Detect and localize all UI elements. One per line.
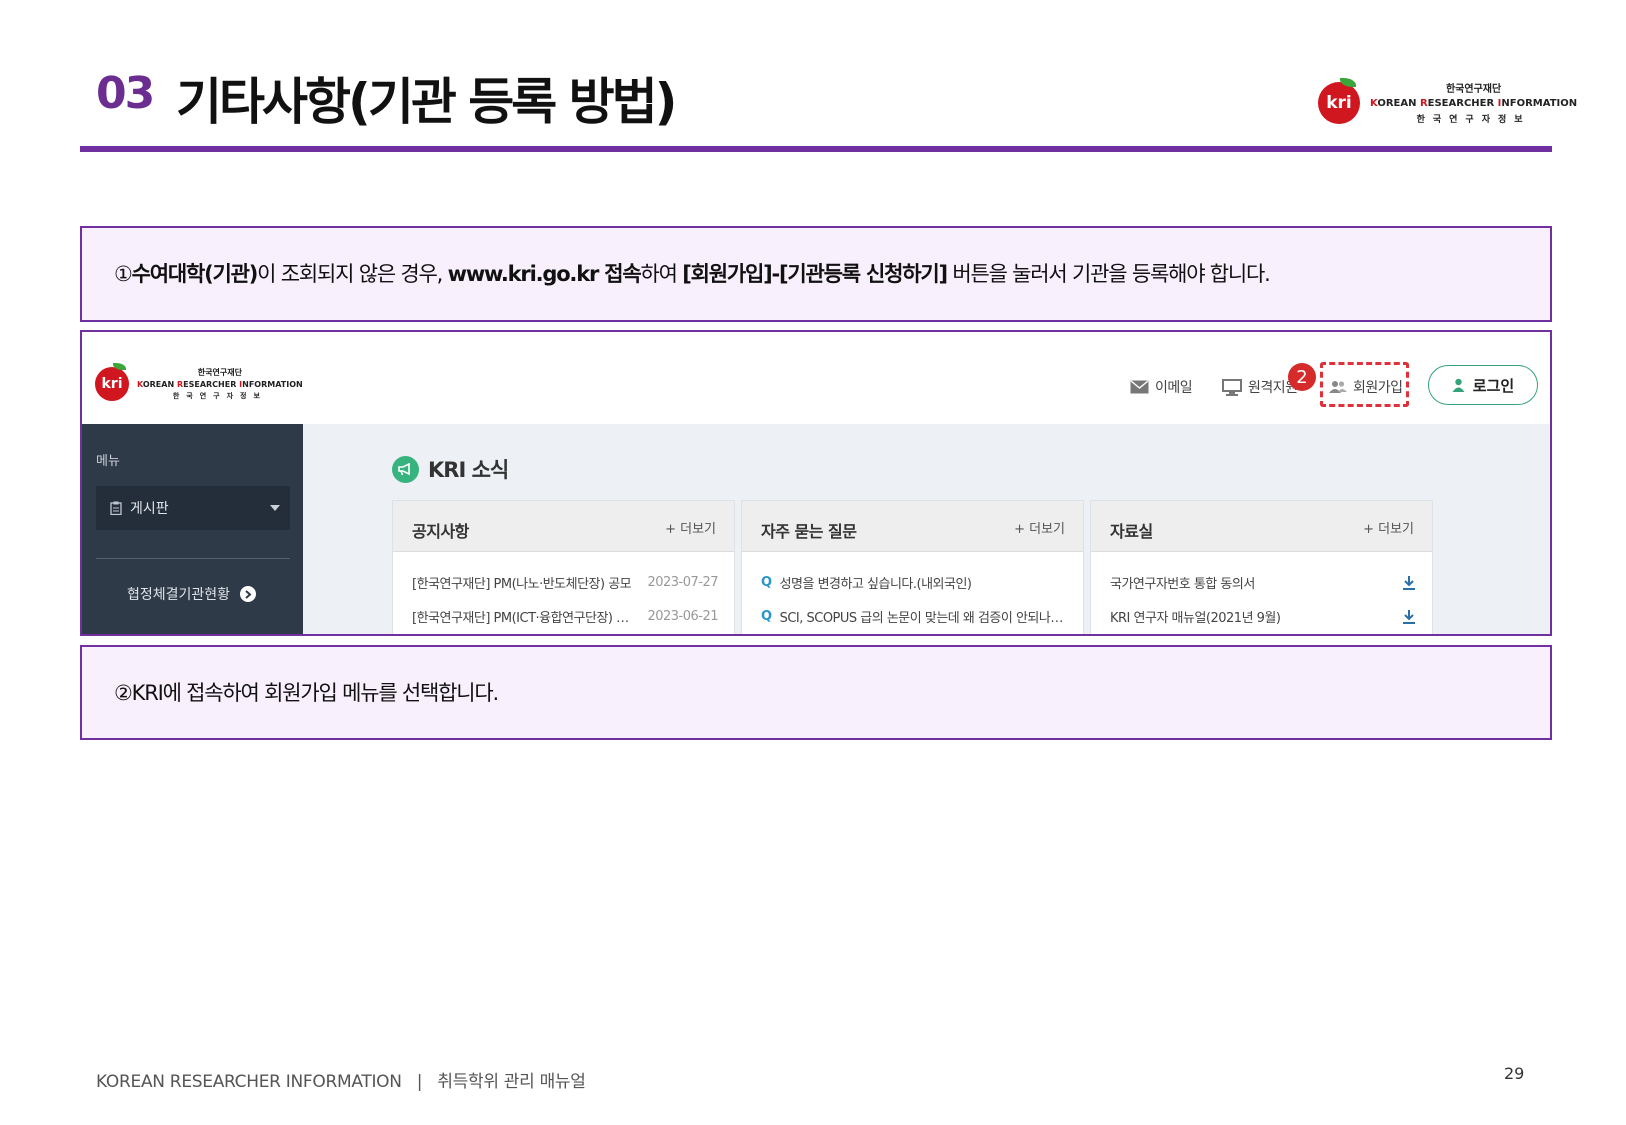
logo-english-name: KOREAN RESEARCHER INFORMATION xyxy=(1370,98,1578,109)
header-divider xyxy=(80,146,1552,152)
kri-site-screenshot: kri 한국연구재단 KOREAN RESEARCHER INFORMATION… xyxy=(80,330,1552,636)
list-item[interactable]: 국가연구자번호 통합 동의서 xyxy=(1110,573,1416,592)
footer-manual-title: 취득학위 관리 매뉴얼 xyxy=(437,1072,586,1092)
resources-panel: 자료실 + 더보기 국가연구자번호 통합 동의서 KRI 연구자 매뉴얼(202… xyxy=(1090,500,1433,634)
mail-icon xyxy=(1130,380,1149,394)
footer-org: KOREAN RESEARCHER INFORMATION xyxy=(96,1072,402,1092)
list-item[interactable]: [한국연구재단] PM(나노·반도체단장) 공모 2023-07-27 xyxy=(412,573,718,592)
sidebar: 메뉴 게시판 협정체결기관현황 xyxy=(82,424,303,634)
section-title: 기타사항(기관 등록 방법) xyxy=(176,73,678,131)
board-select[interactable]: 게시판 xyxy=(96,486,290,530)
footer-separator: | xyxy=(416,1072,423,1092)
clipboard-icon xyxy=(110,501,122,515)
megaphone-icon xyxy=(392,455,419,483)
kri-apple-icon: kri xyxy=(1318,77,1360,124)
login-button[interactable]: 로그인 xyxy=(1428,365,1538,405)
step1-instruction-box: ①수여대학(기관)이 조회되지 않은 경우, www.kri.go.kr 접속하… xyxy=(80,226,1552,322)
list-item[interactable]: KRI 연구자 매뉴얼(2021년 9월) xyxy=(1110,607,1416,626)
step1-text: ①수여대학(기관)이 조회되지 않은 경우, www.kri.go.kr 접속하… xyxy=(114,262,1271,286)
logo-korean-name: 한국연구재단 xyxy=(1445,84,1502,95)
agreement-institutions-link[interactable]: 협정체결기관현황 xyxy=(127,584,257,604)
email-link[interactable]: 이메일 xyxy=(1130,377,1193,397)
user-icon xyxy=(1452,378,1465,392)
remote-support-link[interactable]: 원격지원 xyxy=(1222,377,1298,397)
sidebar-divider xyxy=(96,558,290,559)
news-title: KRI 소식 xyxy=(392,454,509,484)
footer: KOREAN RESEARCHER INFORMATION | 취득학위 관리 … xyxy=(96,1067,586,1092)
more-link[interactable]: + 더보기 xyxy=(665,518,716,537)
site-header: kri 한국연구재단 KOREAN RESEARCHER INFORMATION… xyxy=(82,332,1550,424)
list-item[interactable]: Q 성명을 변경하고 싶습니다.(내외국인) xyxy=(761,573,1067,592)
callout-badge: 2 xyxy=(1288,363,1316,391)
more-link[interactable]: + 더보기 xyxy=(1363,518,1414,537)
chevron-down-icon xyxy=(270,505,280,511)
download-icon[interactable] xyxy=(1402,609,1416,625)
menu-label: 메뉴 xyxy=(96,454,120,469)
panel-title: 자료실 xyxy=(1110,522,1153,541)
join-highlight-box xyxy=(1320,362,1409,407)
panel-title: 자주 묻는 질문 xyxy=(761,522,857,541)
section-number: 03 xyxy=(96,68,155,119)
download-icon[interactable] xyxy=(1402,575,1416,591)
list-item[interactable]: [한국연구재단] PM(ICT·융합연구단장) 공모 2023-06-21 xyxy=(412,607,718,626)
step2-text: ②KRI에 접속하여 회원가입 메뉴를 선택합니다. xyxy=(114,681,499,705)
site-logo[interactable]: kri 한국연구재단 KOREAN RESEARCHER INFORMATION… xyxy=(95,363,303,401)
notice-panel: 공지사항 + 더보기 [한국연구재단] PM(나노·반도체단장) 공모 2023-… xyxy=(392,500,735,634)
main-content: KRI 소식 공지사항 + 더보기 [한국연구재단] PM(나노·반도체단장) … xyxy=(303,424,1550,634)
logo-korean-sub: 한국연구자정보 xyxy=(1416,115,1531,125)
step2-instruction-box: ②KRI에 접속하여 회원가입 메뉴를 선택합니다. xyxy=(80,645,1552,740)
faq-panel: 자주 묻는 질문 + 더보기 Q 성명을 변경하고 싶습니다.(내외국인) Q SC… xyxy=(741,500,1084,634)
monitor-icon xyxy=(1222,378,1242,396)
kri-apple-icon: kri xyxy=(95,363,129,401)
chevron-right-icon xyxy=(240,586,257,602)
page-number: 29 xyxy=(1504,1064,1525,1083)
panel-title: 공지사항 xyxy=(412,522,469,541)
list-item[interactable]: Q SCI, SCOPUS 급의 논문이 맞는데 왜 검증이 안되나요? xyxy=(761,607,1067,626)
more-link[interactable]: + 더보기 xyxy=(1014,518,1065,537)
kri-logo: kri 한국연구재단 KOREAN RESEARCHER INFORMATION… xyxy=(1318,77,1578,125)
